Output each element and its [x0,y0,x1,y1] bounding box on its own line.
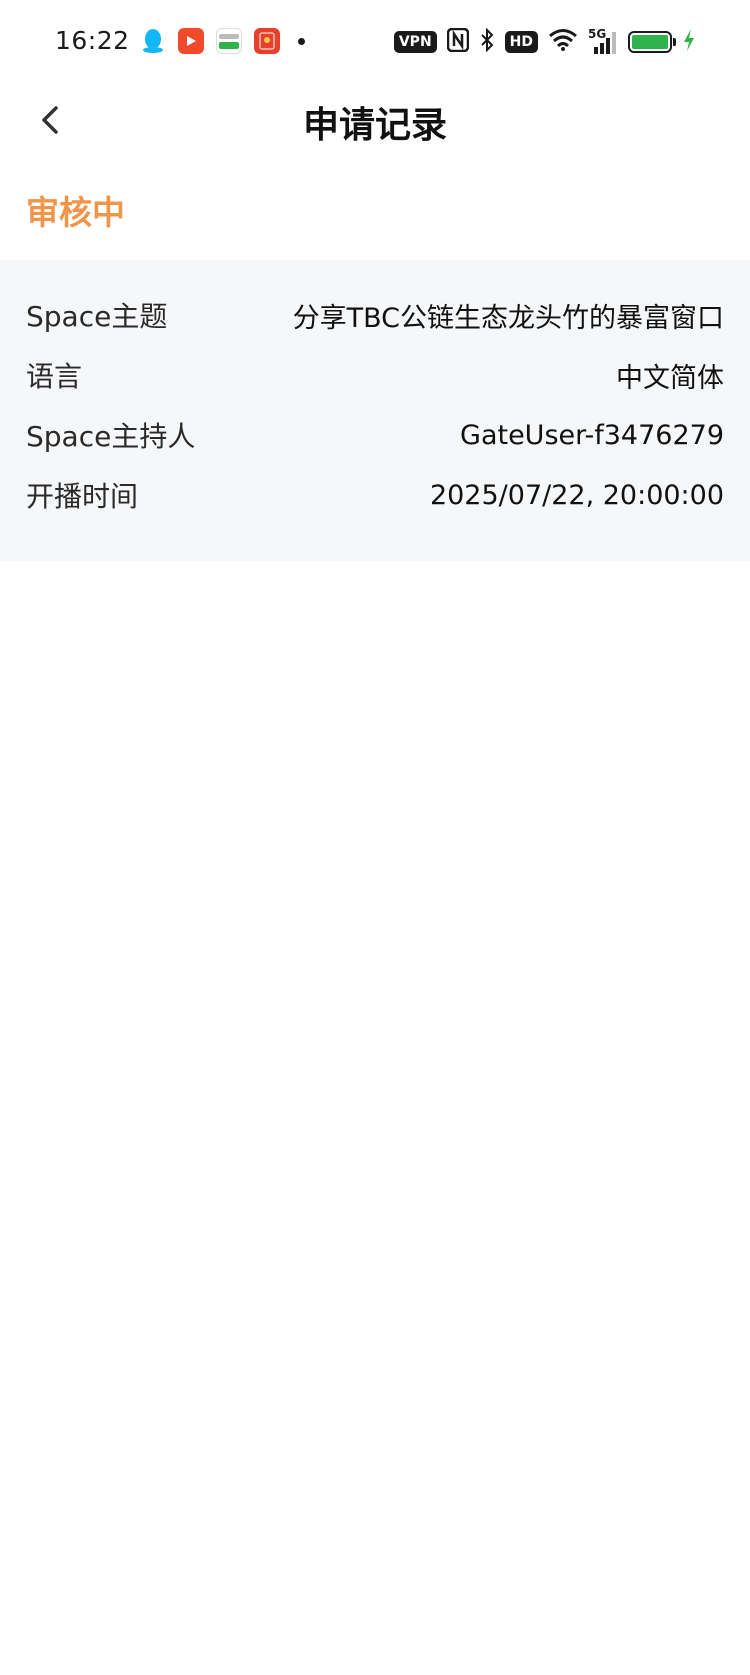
info-row-language: 语言 中文简体 [26,343,724,407]
cellular-signal-icon: 5G [588,27,618,55]
status-badge: 审核中 [26,193,125,232]
video-app-icon [178,28,204,54]
charging-icon [682,28,696,56]
nav-bar: 申请记录 [0,84,750,162]
bluetooth-icon [479,27,495,56]
more-notifications-dot [298,37,305,45]
language-label: 语言 [26,360,83,393]
nfc-icon [446,27,469,56]
info-row-topic: Space主题 分享TBC公链生态龙头竹的暴富窗口 [26,283,724,347]
info-row-host: Space主持人 GateUser-f3476279 [26,403,724,467]
battery-icon [628,31,676,53]
topic-label: Space主题 [26,300,168,333]
hd-icon: HD [504,31,538,53]
oppo-app-icon [216,28,242,54]
page-title: 申请记录 [302,105,447,146]
wifi-icon [548,28,578,56]
host-value: GateUser-f3476279 [460,419,724,451]
host-label: Space主持人 [26,420,196,453]
system-icons: VPN HD 5G [393,27,696,56]
status-bar: 16:22 VPN HD 5G [0,0,750,84]
status-time: 16:22 [55,26,130,55]
record-detail-card: Space主题 分享TBC公链生态龙头竹的暴富窗口 语言 中文简体 Space主… [0,260,750,561]
notification-icons [140,28,305,54]
record-status: 审核中 [26,186,125,234]
topic-value: 分享TBC公链生态龙头竹的暴富窗口 [292,302,724,334]
red-packet-icon [254,28,280,54]
start-time-value: 2025/07/22, 20:00:00 [429,479,724,511]
language-value: 中文简体 [616,362,724,394]
start-time-label: 开播时间 [26,480,139,513]
info-row-start-time: 开播时间 2025/07/22, 20:00:00 [26,463,724,527]
qq-icon [140,28,166,54]
vpn-icon: VPN [393,31,437,53]
